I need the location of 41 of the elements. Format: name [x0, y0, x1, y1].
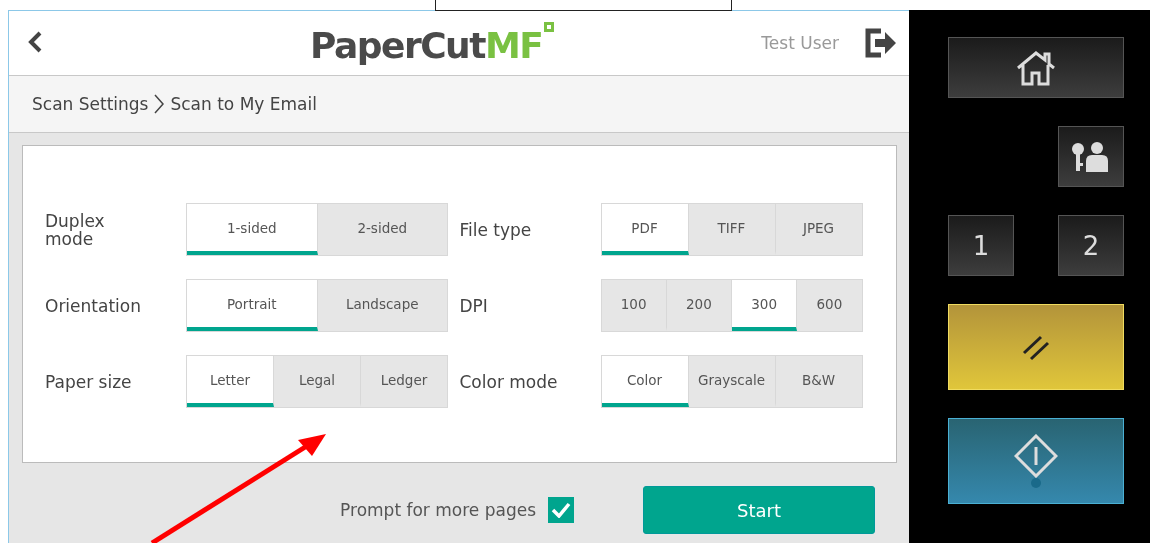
user-name: Test User [761, 33, 839, 53]
setting-label: DPI [459, 296, 489, 315]
prompt-label: Prompt for more pages [340, 500, 536, 520]
option-toggle[interactable]: TIFF [688, 204, 776, 255]
chevron-icon [154, 94, 165, 114]
double-slash-icon [1021, 333, 1051, 361]
setting-label: File type [459, 220, 533, 239]
setting-label: Color mode [459, 372, 559, 391]
start-key[interactable] [948, 418, 1124, 504]
start-diamond-icon [1014, 434, 1058, 478]
number-key[interactable]: 2 [1058, 215, 1124, 276]
option-toggle[interactable]: Ledger [361, 356, 447, 407]
number-key[interactable]: 1 [948, 215, 1014, 276]
option-toggle[interactable]: B&W [775, 356, 862, 407]
indicator-light-icon [1031, 478, 1041, 488]
option-toggle[interactable]: 300 [732, 280, 798, 331]
option-toggle[interactable]: Color [601, 356, 689, 407]
option-toggle[interactable]: Legal [274, 356, 361, 407]
logout-button[interactable] [865, 28, 897, 58]
logo: PaperCutMF [310, 20, 557, 66]
setting-label: Orientation [45, 296, 140, 315]
key-person-icon [1071, 140, 1111, 173]
option-toggle[interactable]: Letter [187, 356, 274, 407]
option-toggle[interactable]: PDF [601, 204, 689, 255]
option-toggle[interactable]: JPEG [775, 204, 862, 255]
home-icon [1015, 49, 1057, 86]
option-toggle[interactable]: 1-sided [187, 204, 318, 255]
breadcrumb-item: Scan to My Email [170, 94, 317, 114]
home-key[interactable] [948, 37, 1124, 98]
setting-label: Duplex mode [45, 211, 106, 248]
option-toggle[interactable]: 2-sided [317, 204, 447, 255]
option-toggle[interactable]: Portrait [187, 280, 318, 331]
option-toggle[interactable]: 200 [666, 280, 732, 331]
breadcrumb-item[interactable]: Scan Settings [32, 94, 149, 114]
option-toggle[interactable]: Grayscale [688, 356, 776, 407]
prompt-checkbox[interactable] [548, 497, 574, 523]
login-key[interactable] [1058, 126, 1124, 187]
setting-label: Paper size [45, 372, 133, 391]
option-toggle[interactable]: Landscape [317, 280, 447, 331]
option-toggle[interactable]: 100 [601, 280, 667, 331]
option-toggle[interactable]: 600 [797, 280, 862, 331]
